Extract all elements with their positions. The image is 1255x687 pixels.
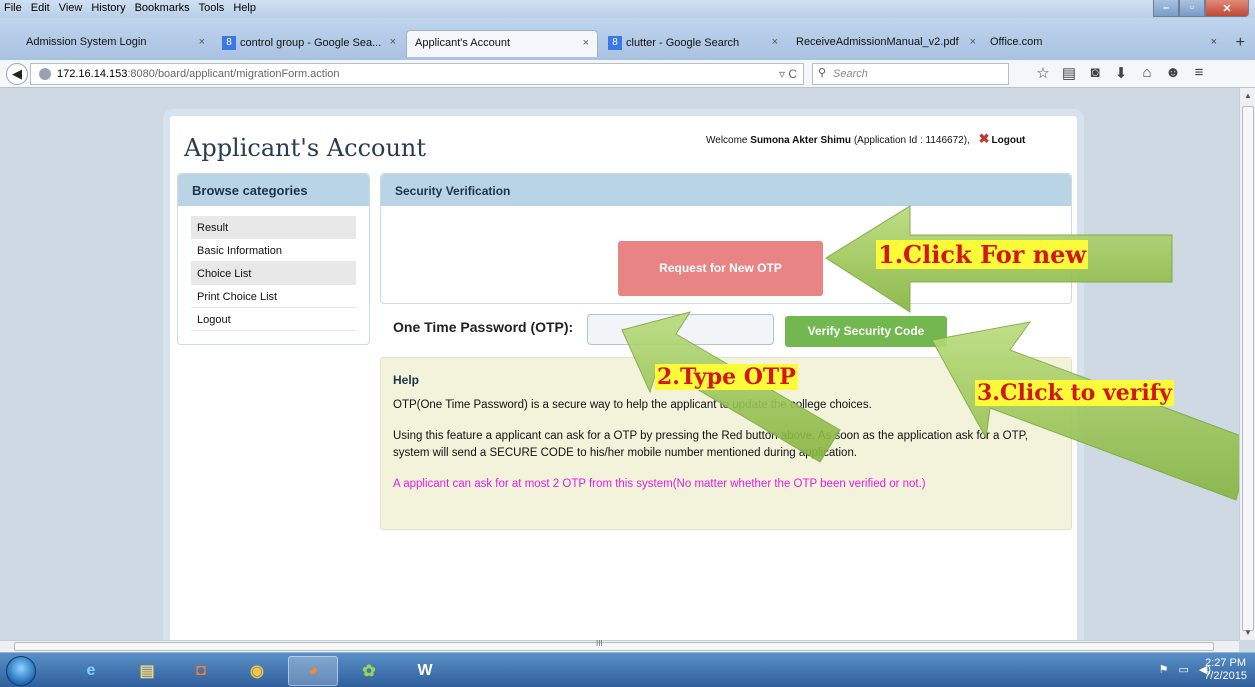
window-controls: – ▫ ✕ (1153, 0, 1249, 17)
google-icon: 8 (608, 36, 622, 50)
logout-link[interactable]: Logout (992, 135, 1026, 146)
tab-control-group[interactable]: 8 control group - Google Sea... × (214, 30, 404, 57)
menu-tools[interactable]: Tools (199, 2, 225, 14)
google-icon: 8 (222, 36, 236, 50)
tab-office[interactable]: Office.com (982, 30, 1132, 57)
search-icon: ⚲ (818, 67, 827, 79)
horizontal-scroll-thumb[interactable] (14, 642, 1214, 651)
sidebar-heading: Browse categories (178, 174, 369, 206)
menu-bar: File Edit View History Bookmarks Tools H… (0, 0, 1255, 18)
menu-help[interactable]: Help (233, 2, 256, 14)
menu-bookmarks[interactable]: Bookmarks (135, 2, 190, 14)
office-icon[interactable]: ◘ (176, 656, 226, 686)
application-id: (Application Id : 1146672), (851, 135, 970, 146)
user-name: Sumona Akter Shimu (750, 135, 852, 146)
sidebar-item-choice-list[interactable]: Choice List (191, 262, 356, 285)
chat-icon[interactable]: ☻ (1160, 64, 1186, 82)
tab-clutter-search[interactable]: 8 clutter - Google Search × (600, 30, 786, 57)
file-explorer-icon[interactable]: ▤ (122, 656, 172, 686)
tab-label: Applicant's Account (415, 37, 511, 49)
clock[interactable]: 2:27 PM 7/2/2015 (1204, 657, 1247, 683)
sidebar: Browse categories Result Basic Informati… (177, 173, 370, 345)
tab-admission-login[interactable]: Admission System Login × (18, 30, 213, 57)
otp-input[interactable] (587, 314, 774, 345)
back-icon[interactable]: ◀ (6, 63, 28, 85)
scroll-up-icon[interactable]: ▲ (1244, 91, 1252, 100)
scroll-grip-icon: III (596, 639, 603, 648)
tab-applicants-account[interactable]: Applicant's Account × (406, 30, 598, 57)
otp-label: One Time Password (OTP): (393, 319, 574, 335)
url-path: :8080/board/applicant/migrationForm.acti… (127, 68, 340, 80)
flag-icon[interactable]: ⚑ (1159, 663, 1169, 676)
tab-label: ReceiveAdmissionManual_v2.pdf (796, 36, 959, 48)
url-host: 172.16.14.153 (57, 68, 128, 80)
welcome-prefix: Welcome (706, 135, 751, 146)
close-tab-icon[interactable]: × (1211, 36, 1217, 48)
search-input[interactable]: ⚲ Search (812, 63, 1009, 85)
vertical-scrollbar[interactable]: ▲ ▼ (1239, 88, 1255, 640)
sidebar-item-logout[interactable]: Logout (191, 308, 356, 331)
search-placeholder: Search (833, 68, 868, 80)
horizontal-scrollbar[interactable]: III (0, 639, 1239, 652)
menu-history[interactable]: History (91, 2, 125, 14)
tab-label: clutter - Google Search (626, 36, 740, 49)
messenger-icon[interactable]: ✿ (344, 656, 394, 686)
toolbar-icons: ☆ ▤ ◙ ⬇ ⌂ ☻ ≡ (1030, 64, 1212, 82)
clock-time: 2:27 PM (1205, 657, 1247, 669)
close-tab-icon[interactable]: × (772, 36, 778, 48)
menu-edit[interactable]: Edit (31, 2, 50, 14)
network-icon[interactable]: ▭ (1178, 663, 1188, 676)
navigation-bar: ◀ 172.16.14.153:8080/board/applicant/mig… (0, 60, 1255, 88)
verify-code-button[interactable]: Verify Security Code (785, 316, 947, 347)
annotation-click-verify: 3.Click to verify (975, 380, 1174, 406)
close-tab-icon[interactable]: × (390, 36, 396, 48)
new-tab-icon[interactable]: + (1236, 34, 1245, 52)
tab-label: control group - Google Sea... (240, 36, 382, 49)
home-icon[interactable]: ⌂ (1134, 64, 1160, 82)
close-tab-icon[interactable]: × (199, 36, 205, 48)
pocket-icon[interactable]: ◙ (1082, 64, 1108, 82)
tab-bar: Admission System Login × 8 control group -… (0, 18, 1255, 60)
menu-file[interactable]: File (4, 2, 22, 14)
tab-label: Office.com (990, 36, 1043, 48)
firefox-icon[interactable]: ◕ (288, 656, 338, 686)
welcome-bar: Welcome Sumona Akter Shimu (Application … (706, 131, 1025, 147)
internet-explorer-icon[interactable]: e (66, 656, 116, 686)
help-paragraph-1: OTP(One Time Password) is a secure way t… (393, 399, 872, 411)
reload-icon[interactable]: ▿ C (779, 67, 797, 81)
sidebar-item-basic-information[interactable]: Basic Information (191, 239, 356, 262)
close-tab-icon[interactable]: × (583, 37, 589, 49)
close-window-button[interactable]: ✕ (1205, 0, 1249, 17)
close-tab-icon[interactable]: × (970, 36, 976, 48)
tab-manual-pdf[interactable]: ReceiveAdmissionManual_v2.pdf × (788, 30, 980, 57)
sidebar-item-result[interactable]: Result (191, 216, 356, 239)
system-tray: ⚑ ▭ ◀) (1159, 663, 1211, 676)
logout-x-icon[interactable]: ✖ (979, 131, 990, 146)
taskbar: e ▤ ◘ ◉ ◕ ✿ W ⚑ ▭ ◀) 2:27 PM 7/2/2015 (0, 652, 1255, 687)
url-bar[interactable]: 172.16.14.153:8080/board/applicant/migra… (30, 63, 804, 85)
annotation-type-otp: 2.Type OTP (655, 364, 798, 390)
request-otp-button[interactable]: Request for New OTP (618, 241, 823, 296)
tab-label: Admission System Login (26, 36, 147, 48)
bookmark-star-icon[interactable]: ☆ (1030, 64, 1056, 82)
word-icon[interactable]: W (400, 656, 450, 686)
site-identity-icon[interactable] (39, 68, 51, 80)
security-heading: Security Verification (381, 174, 1071, 206)
maximize-button[interactable]: ▫ (1179, 0, 1205, 17)
menu-view[interactable]: View (59, 2, 83, 14)
chrome-icon[interactable]: ◉ (232, 656, 282, 686)
clock-date: 7/2/2015 (1204, 670, 1247, 682)
reading-list-icon[interactable]: ▤ (1056, 64, 1082, 82)
start-button[interactable] (6, 656, 36, 686)
vertical-scroll-thumb[interactable] (1242, 106, 1254, 631)
help-paragraph-2: Using this feature a applicant can ask f… (393, 430, 1028, 459)
download-icon[interactable]: ⬇ (1108, 64, 1134, 82)
minimize-button[interactable]: – (1153, 0, 1179, 17)
sidebar-item-print-choice-list[interactable]: Print Choice List (191, 285, 356, 308)
help-otp-limit-note: A applicant can ask for at most 2 OTP fr… (393, 478, 926, 490)
page-title: Applicant's Account (184, 134, 427, 162)
menu-icon[interactable]: ≡ (1186, 64, 1212, 82)
annotation-click-new: 1.Click For new (876, 240, 1089, 269)
scroll-down-icon[interactable]: ▼ (1244, 628, 1252, 637)
